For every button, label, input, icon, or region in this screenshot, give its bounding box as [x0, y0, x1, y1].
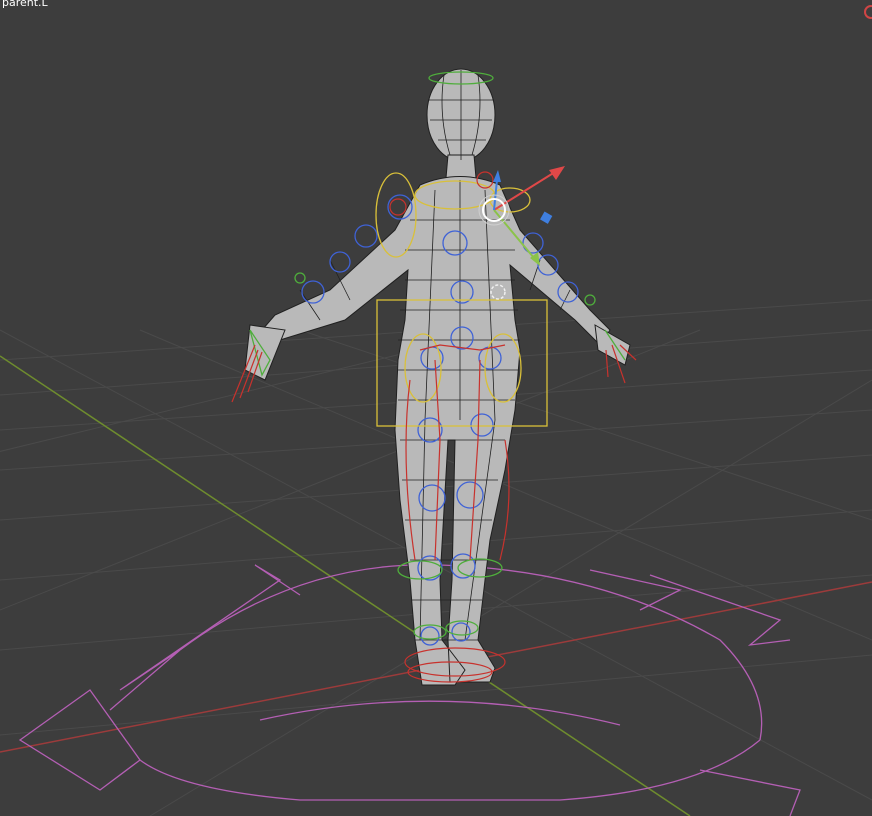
- 3d-viewport[interactable]: parent.L: [0, 0, 872, 816]
- navigation-gizmo-icon[interactable]: [864, 5, 872, 19]
- character-mesh[interactable]: [244, 68, 631, 686]
- selected-bone-label: parent.L: [0, 0, 50, 10]
- viewport-canvas[interactable]: [0, 0, 872, 816]
- root-bone-control[interactable]: [18, 564, 801, 816]
